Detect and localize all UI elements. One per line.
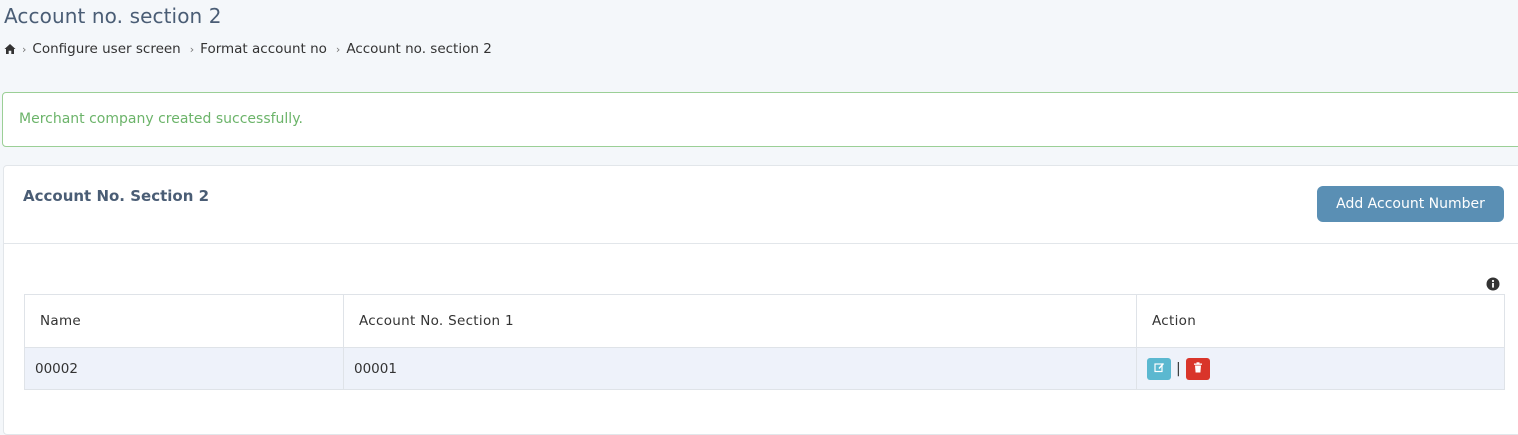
card-header: Account No. Section 2 Add Account Number [4, 166, 1518, 244]
info-circle-icon[interactable] [1486, 276, 1500, 291]
delete-button[interactable] [1185, 357, 1210, 380]
card-title: Account No. Section 2 [23, 187, 210, 205]
breadcrumb-configure-user-screen[interactable]: Configure user screen [32, 41, 180, 57]
trash-icon [1193, 361, 1203, 376]
breadcrumb-current: Account no. section 2 [346, 41, 492, 57]
table-header-row: Name Account No. Section 1 Action [24, 294, 1505, 348]
cell-account-section-1: 00001 [343, 347, 1137, 390]
chevron-right-icon: › [189, 42, 195, 56]
chevron-right-icon: › [335, 42, 341, 56]
page-title: Account no. section 2 [4, 4, 222, 28]
chevron-right-icon: › [22, 42, 27, 56]
edit-icon [1153, 361, 1165, 376]
action-separator: | [1176, 360, 1181, 377]
home-icon[interactable] [4, 43, 16, 55]
edit-button[interactable] [1147, 357, 1171, 380]
column-header-action: Action [1136, 294, 1505, 348]
account-section-card: Account No. Section 2 Add Account Number… [3, 165, 1518, 435]
account-table: Name Account No. Section 1 Action 00002 … [24, 294, 1505, 390]
column-header-account-section-1: Account No. Section 1 [343, 294, 1137, 348]
add-account-number-button[interactable]: Add Account Number [1317, 186, 1504, 222]
alert-message: Merchant company created successfully. [19, 111, 303, 127]
column-header-name: Name [24, 294, 344, 348]
success-alert: Merchant company created successfully. [2, 92, 1518, 147]
breadcrumb: › Configure user screen › Format account… [4, 40, 501, 58]
breadcrumb-format-account-no[interactable]: Format account no [200, 41, 327, 57]
cell-action: | [1136, 347, 1505, 390]
table-row: 00002 00001 | [24, 347, 1505, 390]
cell-name: 00002 [24, 347, 344, 390]
